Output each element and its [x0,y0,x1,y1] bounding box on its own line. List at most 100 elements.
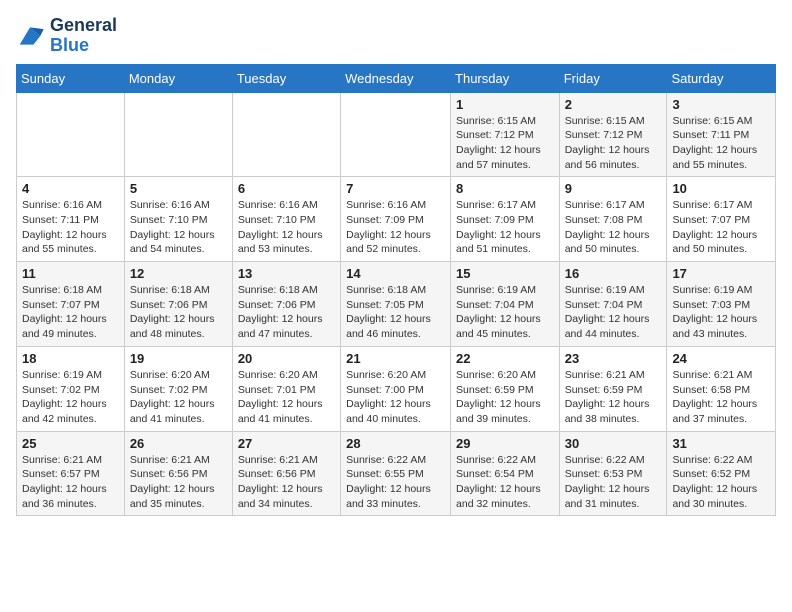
day-number: 20 [238,351,335,366]
calendar-table: SundayMondayTuesdayWednesdayThursdayFrid… [16,64,776,517]
calendar-cell: 28 Sunrise: 6:22 AM Sunset: 6:55 PM Dayli… [341,431,451,516]
day-number: 9 [565,181,662,196]
day-info: Sunrise: 6:21 AM Sunset: 6:57 PM Dayligh… [22,453,119,512]
calendar-cell: 22 Sunrise: 6:20 AM Sunset: 6:59 PM Dayli… [451,346,560,431]
day-number: 23 [565,351,662,366]
day-number: 15 [456,266,554,281]
calendar-cell [124,92,232,177]
day-number: 5 [130,181,227,196]
day-number: 4 [22,181,119,196]
day-info: Sunrise: 6:20 AM Sunset: 7:01 PM Dayligh… [238,368,335,427]
calendar-cell: 12 Sunrise: 6:18 AM Sunset: 7:06 PM Dayli… [124,262,232,347]
calendar-cell: 29 Sunrise: 6:22 AM Sunset: 6:54 PM Dayli… [451,431,560,516]
day-info: Sunrise: 6:21 AM Sunset: 6:58 PM Dayligh… [672,368,770,427]
column-header-monday: Monday [124,64,232,92]
calendar-cell: 26 Sunrise: 6:21 AM Sunset: 6:56 PM Dayli… [124,431,232,516]
day-info: Sunrise: 6:20 AM Sunset: 7:02 PM Dayligh… [130,368,227,427]
day-number: 28 [346,436,445,451]
day-info: Sunrise: 6:18 AM Sunset: 7:05 PM Dayligh… [346,283,445,342]
day-number: 11 [22,266,119,281]
day-number: 17 [672,266,770,281]
calendar-cell: 24Sunrise: 6:21 AM Sunset: 6:58 PM Dayli… [667,346,776,431]
day-number: 31 [672,436,770,451]
calendar-cell: 8 Sunrise: 6:17 AM Sunset: 7:09 PM Daylig… [451,177,560,262]
calendar-cell [341,92,451,177]
day-number: 1 [456,97,554,112]
day-info: Sunrise: 6:21 AM Sunset: 6:56 PM Dayligh… [130,453,227,512]
calendar-cell [17,92,125,177]
page-header: General Blue [16,16,776,56]
calendar-cell: 23 Sunrise: 6:21 AM Sunset: 6:59 PM Dayli… [559,346,667,431]
day-number: 8 [456,181,554,196]
calendar-cell: 20 Sunrise: 6:20 AM Sunset: 7:01 PM Dayli… [232,346,340,431]
day-info: Sunrise: 6:16 AM Sunset: 7:11 PM Dayligh… [22,198,119,257]
day-number: 16 [565,266,662,281]
calendar-cell: 2 Sunrise: 6:15 AM Sunset: 7:12 PM Daylig… [559,92,667,177]
column-header-saturday: Saturday [667,64,776,92]
day-info: Sunrise: 6:22 AM Sunset: 6:52 PM Dayligh… [672,453,770,512]
calendar-cell: 10 Sunrise: 6:17 AM Sunset: 7:07 PM Dayli… [667,177,776,262]
day-info: Sunrise: 6:19 AM Sunset: 7:03 PM Dayligh… [672,283,770,342]
day-info: Sunrise: 6:20 AM Sunset: 6:59 PM Dayligh… [456,368,554,427]
column-header-friday: Friday [559,64,667,92]
day-number: 7 [346,181,445,196]
day-info: Sunrise: 6:15 AM Sunset: 7:12 PM Dayligh… [456,114,554,173]
calendar-cell: 16 Sunrise: 6:19 AM Sunset: 7:04 PM Dayli… [559,262,667,347]
day-number: 14 [346,266,445,281]
day-info: Sunrise: 6:17 AM Sunset: 7:07 PM Dayligh… [672,198,770,257]
day-info: Sunrise: 6:22 AM Sunset: 6:54 PM Dayligh… [456,453,554,512]
day-info: Sunrise: 6:19 AM Sunset: 7:04 PM Dayligh… [456,283,554,342]
calendar-cell: 15 Sunrise: 6:19 AM Sunset: 7:04 PM Dayli… [451,262,560,347]
day-info: Sunrise: 6:17 AM Sunset: 7:09 PM Dayligh… [456,198,554,257]
day-number: 29 [456,436,554,451]
day-info: Sunrise: 6:21 AM Sunset: 6:59 PM Dayligh… [565,368,662,427]
day-number: 21 [346,351,445,366]
day-number: 18 [22,351,119,366]
week-row-5: 25 Sunrise: 6:21 AM Sunset: 6:57 PM Dayli… [17,431,776,516]
calendar-cell: 17 Sunrise: 6:19 AM Sunset: 7:03 PM Dayli… [667,262,776,347]
day-number: 12 [130,266,227,281]
calendar-cell: 9 Sunrise: 6:17 AM Sunset: 7:08 PM Daylig… [559,177,667,262]
calendar-cell: 11 Sunrise: 6:18 AM Sunset: 7:07 PM Dayli… [17,262,125,347]
day-number: 10 [672,181,770,196]
day-info: Sunrise: 6:20 AM Sunset: 7:00 PM Dayligh… [346,368,445,427]
day-number: 27 [238,436,335,451]
calendar-cell: 13 Sunrise: 6:18 AM Sunset: 7:06 PM Dayli… [232,262,340,347]
day-info: Sunrise: 6:22 AM Sunset: 6:55 PM Dayligh… [346,453,445,512]
calendar-cell: 30Sunrise: 6:22 AM Sunset: 6:53 PM Dayli… [559,431,667,516]
day-info: Sunrise: 6:15 AM Sunset: 7:11 PM Dayligh… [672,114,770,173]
calendar-cell: 14 Sunrise: 6:18 AM Sunset: 7:05 PM Dayli… [341,262,451,347]
day-info: Sunrise: 6:16 AM Sunset: 7:09 PM Dayligh… [346,198,445,257]
logo: General Blue [16,16,117,56]
week-row-3: 11 Sunrise: 6:18 AM Sunset: 7:07 PM Dayli… [17,262,776,347]
calendar-cell: 5 Sunrise: 6:16 AM Sunset: 7:10 PM Daylig… [124,177,232,262]
day-number: 25 [22,436,119,451]
day-info: Sunrise: 6:18 AM Sunset: 7:06 PM Dayligh… [130,283,227,342]
day-number: 19 [130,351,227,366]
column-header-sunday: Sunday [17,64,125,92]
day-number: 3 [672,97,770,112]
calendar-cell: 4 Sunrise: 6:16 AM Sunset: 7:11 PM Daylig… [17,177,125,262]
week-row-4: 18 Sunrise: 6:19 AM Sunset: 7:02 PM Dayli… [17,346,776,431]
week-row-2: 4 Sunrise: 6:16 AM Sunset: 7:11 PM Daylig… [17,177,776,262]
day-info: Sunrise: 6:16 AM Sunset: 7:10 PM Dayligh… [130,198,227,257]
calendar-cell: 3 Sunrise: 6:15 AM Sunset: 7:11 PM Daylig… [667,92,776,177]
day-number: 22 [456,351,554,366]
day-number: 2 [565,97,662,112]
day-info: Sunrise: 6:18 AM Sunset: 7:06 PM Dayligh… [238,283,335,342]
day-number: 26 [130,436,227,451]
day-number: 6 [238,181,335,196]
calendar-cell: 7 Sunrise: 6:16 AM Sunset: 7:09 PM Daylig… [341,177,451,262]
calendar-cell [232,92,340,177]
calendar-cell: 6 Sunrise: 6:16 AM Sunset: 7:10 PM Daylig… [232,177,340,262]
day-number: 13 [238,266,335,281]
day-info: Sunrise: 6:18 AM Sunset: 7:07 PM Dayligh… [22,283,119,342]
day-number: 30 [565,436,662,451]
day-info: Sunrise: 6:15 AM Sunset: 7:12 PM Dayligh… [565,114,662,173]
column-header-wednesday: Wednesday [341,64,451,92]
day-info: Sunrise: 6:17 AM Sunset: 7:08 PM Dayligh… [565,198,662,257]
day-info: Sunrise: 6:19 AM Sunset: 7:02 PM Dayligh… [22,368,119,427]
day-info: Sunrise: 6:16 AM Sunset: 7:10 PM Dayligh… [238,198,335,257]
calendar-cell: 25 Sunrise: 6:21 AM Sunset: 6:57 PM Dayli… [17,431,125,516]
day-info: Sunrise: 6:19 AM Sunset: 7:04 PM Dayligh… [565,283,662,342]
